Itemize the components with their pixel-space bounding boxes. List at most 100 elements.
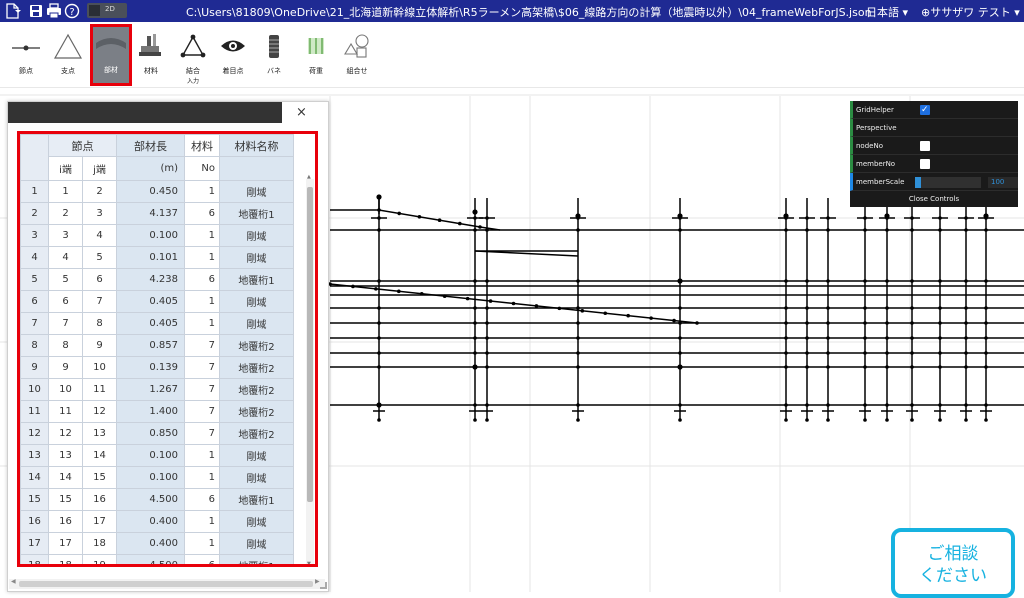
cell-name[interactable]: 地覆桁2 xyxy=(219,334,294,357)
cell-i[interactable]: 7 xyxy=(48,312,83,335)
memberscale-slider[interactable] xyxy=(915,177,981,188)
table-row[interactable]: 5 5 6 4.238 6 地覆桁1 xyxy=(20,268,294,291)
panel-drag-handle[interactable] xyxy=(8,102,282,123)
cell-name[interactable]: 地覆桁1 xyxy=(219,554,294,564)
ctl-row-perspective[interactable]: Perspective xyxy=(850,119,1018,137)
memberscale-value[interactable]: 100 xyxy=(988,177,1018,188)
vertical-scrollbar[interactable] xyxy=(306,179,314,564)
cell-name[interactable]: 地覆桁2 xyxy=(219,422,294,445)
cell-name[interactable]: 剛域 xyxy=(219,444,294,467)
cell-mat[interactable]: 1 xyxy=(184,444,220,467)
scroll-down-icon[interactable]: ▼ xyxy=(307,561,311,564)
table-row[interactable]: 15 15 16 4.500 6 地覆桁1 xyxy=(20,488,294,511)
table-row[interactable]: 1 1 2 0.450 1 剛域 xyxy=(20,180,294,203)
cell-i[interactable]: 16 xyxy=(48,510,83,533)
cell-name[interactable]: 剛域 xyxy=(219,466,294,489)
resize-grip-icon[interactable] xyxy=(320,582,327,589)
cell-j[interactable]: 18 xyxy=(82,532,117,555)
cell-length[interactable]: 0.139 xyxy=(116,356,185,379)
cell-name[interactable]: 地覆桁1 xyxy=(219,488,294,511)
cell-mat[interactable]: 1 xyxy=(184,180,220,203)
table-row[interactable]: 12 12 13 0.850 7 地覆桁2 xyxy=(20,422,294,445)
cell-length[interactable]: 0.850 xyxy=(116,422,185,445)
cell-mat[interactable]: 7 xyxy=(184,400,220,423)
table-row[interactable]: 4 4 5 0.101 1 剛域 xyxy=(20,246,294,269)
nodeno-checkbox[interactable] xyxy=(920,141,930,151)
table-row[interactable]: 11 11 12 1.400 7 地覆桁2 xyxy=(20,400,294,423)
cell-name[interactable]: 剛域 xyxy=(219,180,294,203)
cell-mat[interactable]: 7 xyxy=(184,378,220,401)
scroll-right-icon[interactable]: ▶ xyxy=(315,578,320,585)
close-controls-button[interactable]: Close Controls xyxy=(850,191,1018,207)
tool-support[interactable]: 支点 xyxy=(48,28,88,86)
cell-i[interactable]: 18 xyxy=(48,554,83,564)
cell-j[interactable]: 10 xyxy=(82,356,117,379)
dropdown-arrow-icon[interactable] xyxy=(14,3,22,19)
tool-member[interactable]: 部材 xyxy=(90,24,132,86)
tool-spring[interactable]: バネ xyxy=(254,28,294,86)
cell-length[interactable]: 4.137 xyxy=(116,202,185,225)
cell-length[interactable]: 0.100 xyxy=(116,224,185,247)
cell-mat[interactable]: 7 xyxy=(184,356,220,379)
cell-length[interactable]: 0.405 xyxy=(116,312,185,335)
table-row[interactable]: 2 2 3 4.137 6 地覆桁1 xyxy=(20,202,294,225)
cell-i[interactable]: 1 xyxy=(48,180,83,203)
cell-name[interactable]: 剛域 xyxy=(219,532,294,555)
cell-i[interactable]: 14 xyxy=(48,466,83,489)
cell-mat[interactable]: 6 xyxy=(184,488,220,511)
cell-j[interactable]: 13 xyxy=(82,422,117,445)
table-row[interactable]: 13 13 14 0.100 1 剛域 xyxy=(20,444,294,467)
cell-mat[interactable]: 1 xyxy=(184,510,220,533)
cell-mat[interactable]: 1 xyxy=(184,290,220,313)
gridhelper-checkbox[interactable] xyxy=(920,101,930,119)
cell-mat[interactable]: 1 xyxy=(184,246,220,269)
cell-length[interactable]: 0.100 xyxy=(116,466,185,489)
horizontal-scrollbar[interactable]: ◀ ▶ xyxy=(9,578,325,589)
cell-length[interactable]: 0.405 xyxy=(116,290,185,313)
memberno-checkbox[interactable] xyxy=(920,159,930,169)
cell-mat[interactable]: 1 xyxy=(184,532,220,555)
cell-j[interactable]: 11 xyxy=(82,378,117,401)
cell-mat[interactable]: 7 xyxy=(184,422,220,445)
table-row[interactable]: 3 3 4 0.100 1 剛域 xyxy=(20,224,294,247)
cell-i[interactable]: 13 xyxy=(48,444,83,467)
hscroll-thumb[interactable] xyxy=(19,581,313,587)
language-selector[interactable]: 日本語 ▾ xyxy=(866,4,908,20)
cell-i[interactable]: 2 xyxy=(48,202,83,225)
scroll-left-icon[interactable]: ◀ xyxy=(11,578,16,585)
cell-i[interactable]: 9 xyxy=(48,356,83,379)
cell-length[interactable]: 0.450 xyxy=(116,180,185,203)
cell-mat[interactable]: 1 xyxy=(184,466,220,489)
cell-i[interactable]: 17 xyxy=(48,532,83,555)
cell-name[interactable]: 剛域 xyxy=(219,246,294,269)
cell-name[interactable]: 地覆桁2 xyxy=(219,400,294,423)
cell-mat[interactable]: 1 xyxy=(184,224,220,247)
table-row[interactable]: 7 7 8 0.405 1 剛域 xyxy=(20,312,294,335)
ctl-row-memberscale[interactable]: memberScale 100 xyxy=(850,173,1018,191)
ctl-row-gridhelper[interactable]: GridHelper xyxy=(850,101,1018,119)
cell-length[interactable]: 0.100 xyxy=(116,444,185,467)
cell-j[interactable]: 14 xyxy=(82,444,117,467)
cell-length[interactable]: 0.101 xyxy=(116,246,185,269)
cell-name[interactable]: 剛域 xyxy=(219,290,294,313)
cell-i[interactable]: 11 xyxy=(48,400,83,423)
cell-j[interactable]: 19 xyxy=(82,554,117,564)
cell-i[interactable]: 12 xyxy=(48,422,83,445)
table-row[interactable]: 6 6 7 0.405 1 剛域 xyxy=(20,290,294,313)
cell-j[interactable]: 15 xyxy=(82,466,117,489)
cell-name[interactable]: 地覆桁1 xyxy=(219,268,294,291)
cell-j[interactable]: 17 xyxy=(82,510,117,533)
cell-j[interactable]: 3 xyxy=(82,202,117,225)
cell-j[interactable]: 12 xyxy=(82,400,117,423)
view-mode-toggle[interactable]: 2D xyxy=(87,3,127,18)
user-menu[interactable]: ⊕ササザワ テスト ▾ xyxy=(921,4,1020,20)
ctl-row-memberno[interactable]: memberNo xyxy=(850,155,1018,173)
table-row[interactable]: 17 17 18 0.400 1 剛域 xyxy=(20,532,294,555)
cell-name[interactable]: 地覆桁1 xyxy=(219,202,294,225)
tool-focus-point[interactable]: 着目点 xyxy=(213,28,253,86)
tool-material[interactable]: 材料 xyxy=(131,28,171,86)
help-icon[interactable]: ? xyxy=(64,3,80,19)
cell-j[interactable]: 16 xyxy=(82,488,117,511)
cell-j[interactable]: 5 xyxy=(82,246,117,269)
cell-i[interactable]: 3 xyxy=(48,224,83,247)
